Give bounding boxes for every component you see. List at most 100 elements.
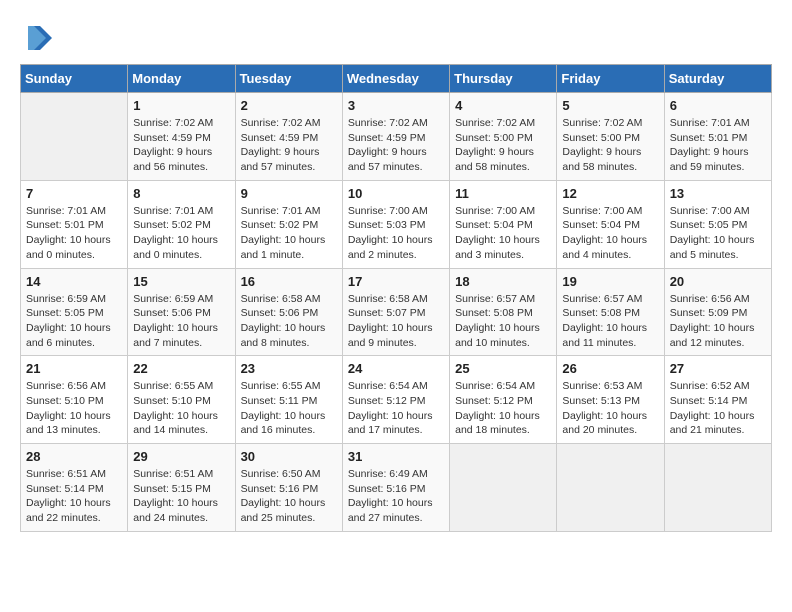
- day-info: Sunrise: 7:01 AM Sunset: 5:02 PM Dayligh…: [133, 204, 229, 263]
- day-number: 12: [562, 186, 658, 201]
- day-info: Sunrise: 6:56 AM Sunset: 5:10 PM Dayligh…: [26, 379, 122, 438]
- calendar-cell: 13 Sunrise: 7:00 AM Sunset: 5:05 PM Dayli…: [664, 180, 771, 268]
- day-info: Sunrise: 6:59 AM Sunset: 5:05 PM Dayligh…: [26, 292, 122, 351]
- column-header-thursday: Thursday: [450, 65, 557, 93]
- day-number: 10: [348, 186, 444, 201]
- day-info: Sunrise: 7:01 AM Sunset: 5:01 PM Dayligh…: [670, 116, 766, 175]
- day-info: Sunrise: 7:00 AM Sunset: 5:04 PM Dayligh…: [562, 204, 658, 263]
- day-info: Sunrise: 6:53 AM Sunset: 5:13 PM Dayligh…: [562, 379, 658, 438]
- calendar-cell: [664, 444, 771, 532]
- calendar-cell: [557, 444, 664, 532]
- day-number: 18: [455, 274, 551, 289]
- day-number: 17: [348, 274, 444, 289]
- column-header-tuesday: Tuesday: [235, 65, 342, 93]
- day-number: 13: [670, 186, 766, 201]
- day-number: 26: [562, 361, 658, 376]
- day-number: 19: [562, 274, 658, 289]
- day-info: Sunrise: 6:58 AM Sunset: 5:06 PM Dayligh…: [241, 292, 337, 351]
- calendar-cell: 31 Sunrise: 6:49 AM Sunset: 5:16 PM Dayli…: [342, 444, 449, 532]
- day-number: 21: [26, 361, 122, 376]
- calendar-cell: 19 Sunrise: 6:57 AM Sunset: 5:08 PM Dayli…: [557, 268, 664, 356]
- day-info: Sunrise: 7:00 AM Sunset: 5:05 PM Dayligh…: [670, 204, 766, 263]
- calendar-week-row: 7 Sunrise: 7:01 AM Sunset: 5:01 PM Daylig…: [21, 180, 772, 268]
- calendar-week-row: 1 Sunrise: 7:02 AM Sunset: 4:59 PM Daylig…: [21, 93, 772, 181]
- day-info: Sunrise: 6:49 AM Sunset: 5:16 PM Dayligh…: [348, 467, 444, 526]
- calendar-cell: 14 Sunrise: 6:59 AM Sunset: 5:05 PM Dayli…: [21, 268, 128, 356]
- day-info: Sunrise: 6:52 AM Sunset: 5:14 PM Dayligh…: [670, 379, 766, 438]
- calendar-cell: 20 Sunrise: 6:56 AM Sunset: 5:09 PM Dayli…: [664, 268, 771, 356]
- calendar-header-row: SundayMondayTuesdayWednesdayThursdayFrid…: [21, 65, 772, 93]
- logo: [20, 20, 62, 56]
- day-number: 11: [455, 186, 551, 201]
- day-number: 20: [670, 274, 766, 289]
- calendar-cell: [450, 444, 557, 532]
- calendar-cell: 27 Sunrise: 6:52 AM Sunset: 5:14 PM Dayli…: [664, 356, 771, 444]
- day-info: Sunrise: 6:55 AM Sunset: 5:11 PM Dayligh…: [241, 379, 337, 438]
- day-number: 15: [133, 274, 229, 289]
- calendar-cell: 21 Sunrise: 6:56 AM Sunset: 5:10 PM Dayli…: [21, 356, 128, 444]
- calendar-cell: 6 Sunrise: 7:01 AM Sunset: 5:01 PM Daylig…: [664, 93, 771, 181]
- day-number: 23: [241, 361, 337, 376]
- day-info: Sunrise: 6:57 AM Sunset: 5:08 PM Dayligh…: [562, 292, 658, 351]
- day-info: Sunrise: 7:00 AM Sunset: 5:04 PM Dayligh…: [455, 204, 551, 263]
- calendar-cell: 2 Sunrise: 7:02 AM Sunset: 4:59 PM Daylig…: [235, 93, 342, 181]
- calendar-cell: 10 Sunrise: 7:00 AM Sunset: 5:03 PM Dayli…: [342, 180, 449, 268]
- calendar-cell: 9 Sunrise: 7:01 AM Sunset: 5:02 PM Daylig…: [235, 180, 342, 268]
- day-number: 9: [241, 186, 337, 201]
- calendar-cell: 29 Sunrise: 6:51 AM Sunset: 5:15 PM Dayli…: [128, 444, 235, 532]
- calendar-week-row: 28Sunrise: 6:51 AM Sunset: 5:14 PM Dayli…: [21, 444, 772, 532]
- calendar-cell: 8 Sunrise: 7:01 AM Sunset: 5:02 PM Daylig…: [128, 180, 235, 268]
- day-info: Sunrise: 6:54 AM Sunset: 5:12 PM Dayligh…: [348, 379, 444, 438]
- calendar-cell: 3Sunrise: 7:02 AM Sunset: 4:59 PM Daylig…: [342, 93, 449, 181]
- calendar-cell: 25Sunrise: 6:54 AM Sunset: 5:12 PM Dayli…: [450, 356, 557, 444]
- calendar-cell: 15 Sunrise: 6:59 AM Sunset: 5:06 PM Dayli…: [128, 268, 235, 356]
- day-number: 1: [133, 98, 229, 113]
- day-number: 8: [133, 186, 229, 201]
- day-number: 31: [348, 449, 444, 464]
- day-number: 24: [348, 361, 444, 376]
- logo-icon: [20, 20, 56, 56]
- day-info: Sunrise: 7:02 AM Sunset: 4:59 PM Dayligh…: [133, 116, 229, 175]
- day-info: Sunrise: 7:02 AM Sunset: 4:59 PM Dayligh…: [241, 116, 337, 175]
- day-info: Sunrise: 6:51 AM Sunset: 5:15 PM Dayligh…: [133, 467, 229, 526]
- calendar-cell: 30Sunrise: 6:50 AM Sunset: 5:16 PM Dayli…: [235, 444, 342, 532]
- day-number: 6: [670, 98, 766, 113]
- calendar-cell: 26 Sunrise: 6:53 AM Sunset: 5:13 PM Dayli…: [557, 356, 664, 444]
- calendar-table: SundayMondayTuesdayWednesdayThursdayFrid…: [20, 64, 772, 532]
- day-info: Sunrise: 6:59 AM Sunset: 5:06 PM Dayligh…: [133, 292, 229, 351]
- day-number: 4: [455, 98, 551, 113]
- calendar-cell: 1 Sunrise: 7:02 AM Sunset: 4:59 PM Daylig…: [128, 93, 235, 181]
- calendar-cell: 17 Sunrise: 6:58 AM Sunset: 5:07 PM Dayli…: [342, 268, 449, 356]
- day-info: Sunrise: 6:51 AM Sunset: 5:14 PM Dayligh…: [26, 467, 122, 526]
- column-header-monday: Monday: [128, 65, 235, 93]
- day-number: 27: [670, 361, 766, 376]
- day-info: Sunrise: 7:02 AM Sunset: 4:59 PM Dayligh…: [348, 116, 444, 175]
- calendar-cell: 18 Sunrise: 6:57 AM Sunset: 5:08 PM Dayli…: [450, 268, 557, 356]
- day-number: 29: [133, 449, 229, 464]
- calendar-week-row: 14 Sunrise: 6:59 AM Sunset: 5:05 PM Dayli…: [21, 268, 772, 356]
- page-header: [20, 20, 772, 56]
- day-info: Sunrise: 6:58 AM Sunset: 5:07 PM Dayligh…: [348, 292, 444, 351]
- column-header-sunday: Sunday: [21, 65, 128, 93]
- day-info: Sunrise: 6:55 AM Sunset: 5:10 PM Dayligh…: [133, 379, 229, 438]
- calendar-cell: 28Sunrise: 6:51 AM Sunset: 5:14 PM Dayli…: [21, 444, 128, 532]
- day-number: 7: [26, 186, 122, 201]
- calendar-cell: 12 Sunrise: 7:00 AM Sunset: 5:04 PM Dayli…: [557, 180, 664, 268]
- calendar-cell: 11 Sunrise: 7:00 AM Sunset: 5:04 PM Dayli…: [450, 180, 557, 268]
- day-info: Sunrise: 7:01 AM Sunset: 5:01 PM Dayligh…: [26, 204, 122, 263]
- calendar-week-row: 21 Sunrise: 6:56 AM Sunset: 5:10 PM Dayli…: [21, 356, 772, 444]
- calendar-cell: 23 Sunrise: 6:55 AM Sunset: 5:11 PM Dayli…: [235, 356, 342, 444]
- day-number: 14: [26, 274, 122, 289]
- day-number: 22: [133, 361, 229, 376]
- column-header-saturday: Saturday: [664, 65, 771, 93]
- calendar-cell: 5Sunrise: 7:02 AM Sunset: 5:00 PM Daylig…: [557, 93, 664, 181]
- column-header-friday: Friday: [557, 65, 664, 93]
- day-number: 2: [241, 98, 337, 113]
- day-number: 25: [455, 361, 551, 376]
- day-info: Sunrise: 6:56 AM Sunset: 5:09 PM Dayligh…: [670, 292, 766, 351]
- column-header-wednesday: Wednesday: [342, 65, 449, 93]
- day-info: Sunrise: 7:00 AM Sunset: 5:03 PM Dayligh…: [348, 204, 444, 263]
- day-info: Sunrise: 7:01 AM Sunset: 5:02 PM Dayligh…: [241, 204, 337, 263]
- calendar-cell: [21, 93, 128, 181]
- day-info: Sunrise: 6:57 AM Sunset: 5:08 PM Dayligh…: [455, 292, 551, 351]
